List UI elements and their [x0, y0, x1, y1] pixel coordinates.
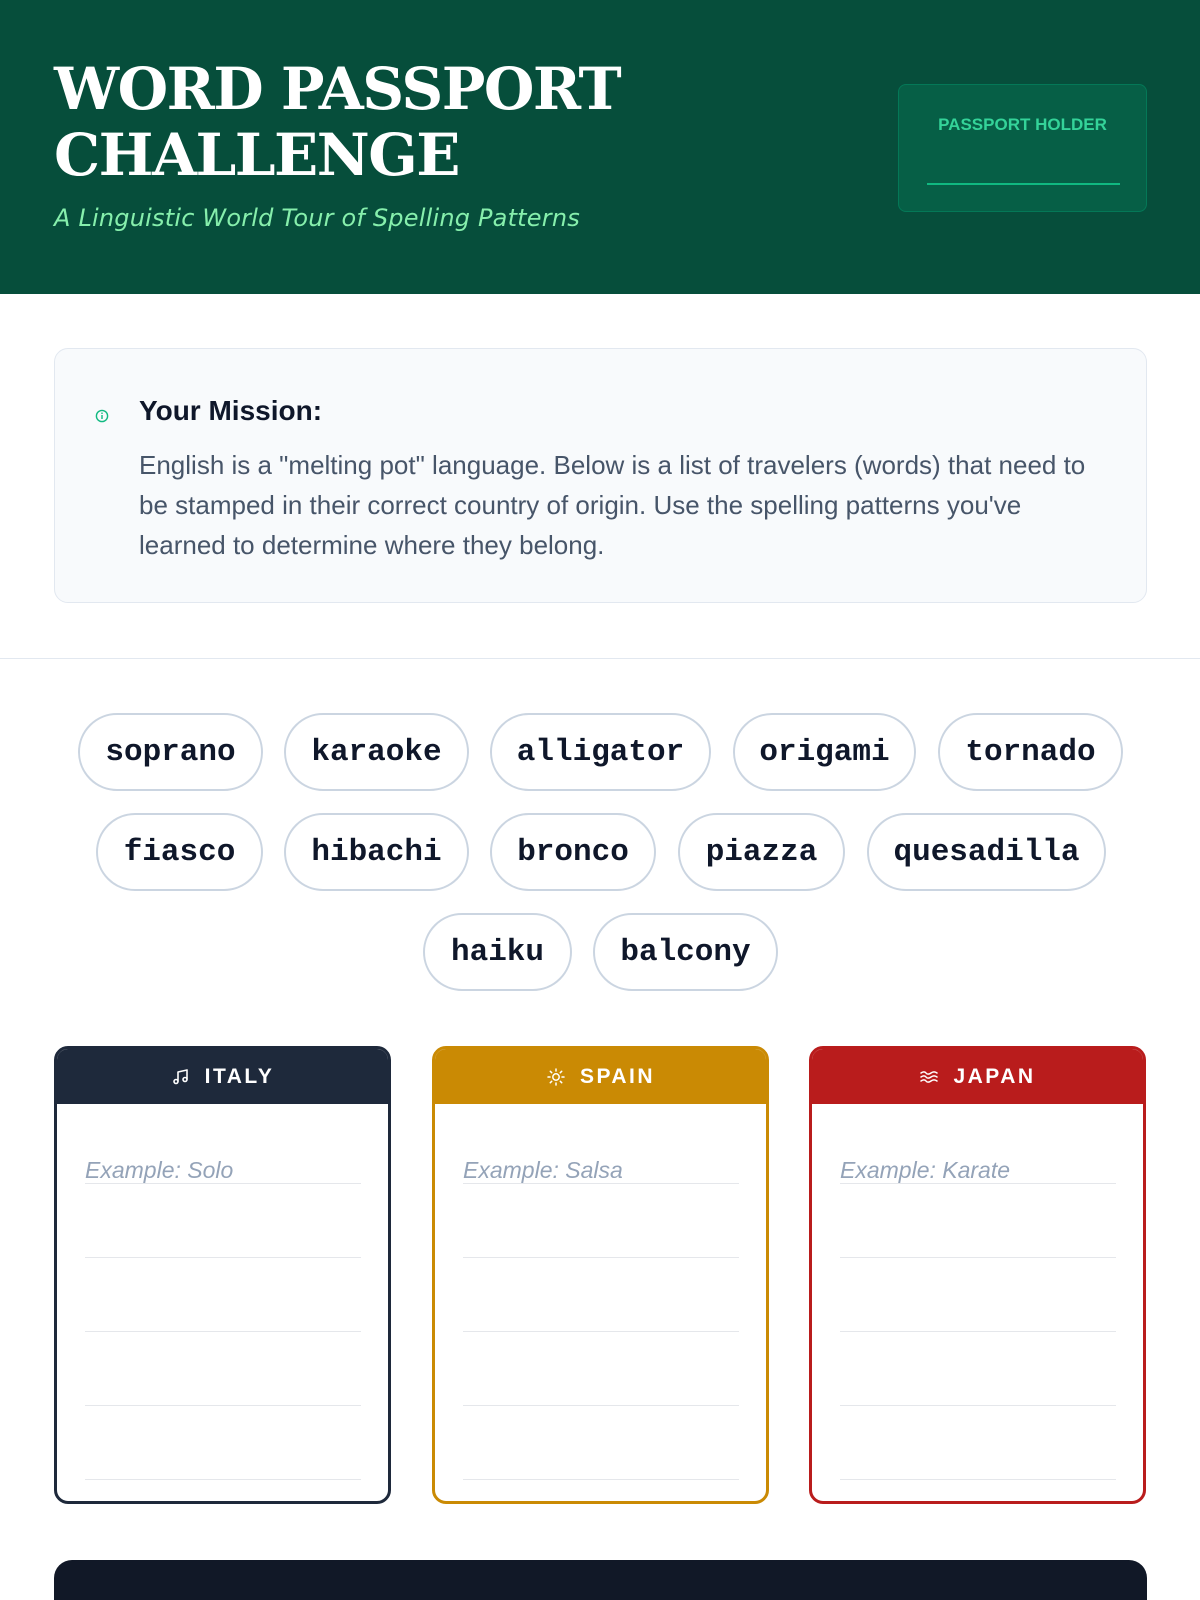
answer-line[interactable]: [840, 1479, 1116, 1480]
word-chip[interactable]: piazza: [678, 813, 845, 891]
answer-line: [85, 1183, 361, 1184]
word-chip[interactable]: soprano: [78, 713, 263, 791]
word-chip[interactable]: haiku: [423, 913, 572, 991]
answer-line[interactable]: [85, 1405, 361, 1406]
waves-icon: [920, 1070, 939, 1083]
bottom-panel: [54, 1560, 1147, 1600]
country-name: JAPAN: [953, 1064, 1036, 1088]
country-header-italy: ITALY: [57, 1049, 388, 1104]
answer-line[interactable]: [85, 1257, 361, 1258]
country-card-italy[interactable]: ITALY: [54, 1046, 391, 1504]
word-chip[interactable]: origami: [733, 713, 916, 791]
japan-word-input[interactable]: [840, 1153, 1116, 1187]
word-chip[interactable]: alligator: [490, 713, 711, 791]
passport-holder-input[interactable]: [927, 183, 1120, 185]
passport-holder-label: PASSPORT HOLDER: [938, 115, 1107, 134]
country-name: SPAIN: [579, 1064, 656, 1088]
word-chip[interactable]: balcony: [593, 913, 778, 991]
answer-line[interactable]: [840, 1257, 1116, 1258]
answer-line[interactable]: [463, 1405, 739, 1406]
country-card-spain[interactable]: SPAIN: [432, 1046, 769, 1504]
mission-title: Your Mission:: [139, 395, 323, 426]
page-subtitle: A Linguistic World Tour of Spelling Patt…: [54, 204, 580, 232]
answer-line[interactable]: [85, 1479, 361, 1480]
answer-line[interactable]: [85, 1331, 361, 1332]
mission-panel: Your Mission: English is a "melting pot"…: [54, 348, 1147, 603]
music-note-icon: [172, 1068, 188, 1084]
info-icon: [95, 409, 109, 423]
answer-line[interactable]: [463, 1331, 739, 1332]
sun-icon: [547, 1067, 565, 1086]
page-header: WORD PASSPORT CHALLENGE A Linguistic Wor…: [0, 0, 1200, 294]
word-chip[interactable]: quesadilla: [867, 813, 1106, 891]
answer-line: [463, 1183, 739, 1184]
word-chip[interactable]: tornado: [938, 713, 1123, 791]
passport-holder-box: PASSPORT HOLDER: [898, 84, 1147, 212]
country-card-japan[interactable]: JAPAN: [809, 1046, 1146, 1504]
word-chip[interactable]: hibachi: [284, 813, 469, 891]
word-chip[interactable]: fiasco: [96, 813, 263, 891]
answer-line[interactable]: [840, 1405, 1116, 1406]
answer-line: [840, 1183, 1116, 1184]
country-header-japan: JAPAN: [812, 1049, 1143, 1104]
italy-word-input[interactable]: [85, 1153, 361, 1187]
mission-text: English is a "melting pot" language. Bel…: [139, 450, 1086, 560]
word-chip[interactable]: bronco: [490, 813, 656, 891]
answer-line[interactable]: [840, 1331, 1116, 1332]
country-header-spain: SPAIN: [435, 1049, 766, 1104]
section-divider: [0, 658, 1200, 659]
page-title: WORD PASSPORT CHALLENGE: [54, 55, 622, 189]
word-chip[interactable]: karaoke: [284, 713, 469, 791]
country-name: ITALY: [204, 1064, 275, 1088]
spain-word-input[interactable]: [463, 1153, 739, 1187]
answer-line[interactable]: [463, 1479, 739, 1480]
answer-line[interactable]: [463, 1257, 739, 1258]
